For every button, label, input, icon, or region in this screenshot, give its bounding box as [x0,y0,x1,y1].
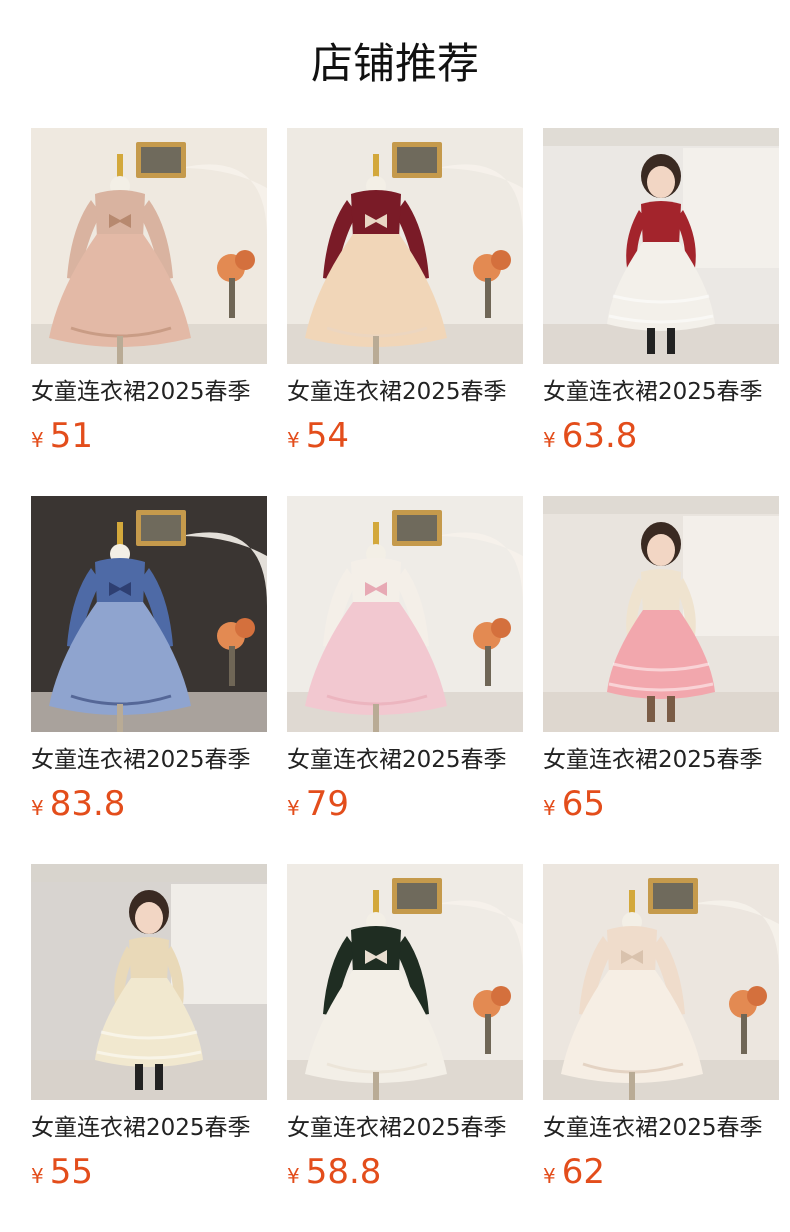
product-card[interactable]: 女童连衣裙2025春季 ¥54 [287,128,523,462]
dress-photo [287,496,523,732]
dress-photo [543,496,779,732]
currency-symbol: ¥ [543,796,556,820]
product-price: ¥58.8 [287,1152,523,1198]
product-image[interactable] [287,864,523,1100]
product-name[interactable]: 女童连衣裙2025春季 [287,1112,523,1144]
currency-symbol: ¥ [31,796,44,820]
product-price: ¥63.8 [543,416,779,462]
page-title: 店铺推荐 [310,39,479,88]
currency-symbol: ¥ [31,1164,44,1188]
product-name[interactable]: 女童连衣裙2025春季 [287,376,523,408]
product-card[interactable]: 女童连衣裙2025春季 ¥62 [543,864,779,1198]
product-card[interactable]: 女童连衣裙2025春季 ¥51 [31,128,267,462]
price-value: 62 [561,1152,605,1192]
product-image[interactable] [31,128,267,364]
price-value: 79 [305,784,349,824]
price-value: 65 [561,784,605,824]
price-value: 55 [49,1152,93,1192]
price-value: 54 [305,416,349,456]
currency-symbol: ¥ [287,428,300,452]
dress-photo [31,128,267,364]
price-value: 58.8 [305,1152,382,1192]
product-price: ¥51 [31,416,267,462]
product-card[interactable]: 女童连衣裙2025春季 ¥79 [287,496,523,830]
product-name[interactable]: 女童连衣裙2025春季 [31,744,267,776]
dress-photo [31,496,267,732]
product-image[interactable] [287,128,523,364]
dress-photo [31,864,267,1100]
product-card[interactable]: 女童连衣裙2025春季 ¥55 [31,864,267,1198]
price-value: 63.8 [561,416,638,456]
product-price: ¥65 [543,784,779,830]
product-card[interactable]: 女童连衣裙2025春季 ¥83.8 [31,496,267,830]
price-value: 51 [49,416,93,456]
product-price: ¥62 [543,1152,779,1198]
product-image[interactable] [543,128,779,364]
currency-symbol: ¥ [543,428,556,452]
product-image[interactable] [287,496,523,732]
dress-photo [543,864,779,1100]
product-name[interactable]: 女童连衣裙2025春季 [543,1112,779,1144]
product-price: ¥79 [287,784,523,830]
dress-photo [543,128,779,364]
product-image[interactable] [31,496,267,732]
currency-symbol: ¥ [287,1164,300,1188]
product-price: ¥54 [287,416,523,462]
product-price: ¥55 [31,1152,267,1198]
product-image[interactable] [31,864,267,1100]
product-card[interactable]: 女童连衣裙2025春季 ¥63.8 [543,128,779,462]
product-name[interactable]: 女童连衣裙2025春季 [287,744,523,776]
product-name[interactable]: 女童连衣裙2025春季 [31,1112,267,1144]
price-value: 83.8 [49,784,126,824]
product-image[interactable] [543,496,779,732]
product-card[interactable]: 女童连衣裙2025春季 ¥58.8 [287,864,523,1198]
dress-photo [287,128,523,364]
product-image[interactable] [543,864,779,1100]
dress-photo [287,864,523,1100]
currency-symbol: ¥ [287,796,300,820]
product-card[interactable]: 女童连衣裙2025春季 ¥65 [543,496,779,830]
currency-symbol: ¥ [543,1164,556,1188]
product-name[interactable]: 女童连衣裙2025春季 [31,376,267,408]
currency-symbol: ¥ [31,428,44,452]
product-name[interactable]: 女童连衣裙2025春季 [543,744,779,776]
product-price: ¥83.8 [31,784,267,830]
product-name[interactable]: 女童连衣裙2025春季 [543,376,779,408]
